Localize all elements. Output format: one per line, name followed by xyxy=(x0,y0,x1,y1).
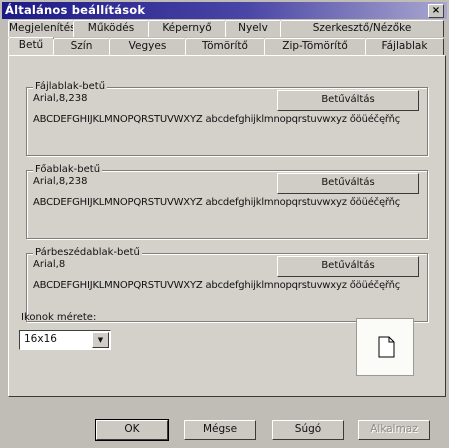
icon-size-value: 16x16 xyxy=(24,333,57,345)
group-title: Főablak-betű xyxy=(33,164,103,175)
tab-mukodes[interactable]: Működés xyxy=(73,20,149,37)
icon-size-select[interactable]: 16x16 ▼ xyxy=(19,330,111,350)
tab-megjelenites[interactable]: Megjelenítés xyxy=(8,20,76,37)
close-button[interactable]: × xyxy=(428,4,444,18)
tab-betu[interactable]: Betű xyxy=(8,37,54,56)
icon-preview xyxy=(356,318,414,376)
document-icon xyxy=(378,336,395,358)
tab-szin[interactable]: Szín xyxy=(53,38,110,55)
window-title: Általános beállítások xyxy=(5,3,146,17)
font-value: Arial,8,238 xyxy=(33,93,88,104)
font-value: Arial,8 xyxy=(33,259,66,270)
help-button[interactable]: Súgó xyxy=(272,420,344,440)
font-group-main-window: Főablak-betű Arial,8,238 Betűváltás ABCD… xyxy=(26,164,428,239)
font-value: Arial,8,238 xyxy=(33,176,88,187)
ok-button[interactable]: OK xyxy=(95,419,169,441)
font-group-file-window: Fájlablak-betű Arial,8,238 Betűváltás AB… xyxy=(26,81,428,156)
tab-fajlablak[interactable]: Fájlablak xyxy=(365,38,444,55)
tab-kepernyo[interactable]: Képernyő xyxy=(148,20,226,37)
title-bar: Általános beállítások × xyxy=(2,2,447,19)
tab-nyelv[interactable]: Nyelv xyxy=(225,20,281,37)
group-title: Fájlablak-betű xyxy=(33,81,108,92)
change-font-button[interactable]: Betűváltás xyxy=(277,90,419,111)
tab-vegyes[interactable]: Vegyes xyxy=(109,38,186,55)
icon-size-label: Ikonok mérete: xyxy=(21,312,97,323)
cancel-button[interactable]: Mégse xyxy=(184,420,256,440)
group-title: Párbeszédablak-betű xyxy=(33,247,142,258)
settings-panel: Fájlablak-betű Arial,8,238 Betűváltás AB… xyxy=(8,55,446,397)
font-sample: ABCDEFGHIJKLMNOPQRSTUVWXYZ abcdefghijklm… xyxy=(33,114,401,125)
apply-button[interactable]: Alkalmaz xyxy=(358,420,430,440)
tab-zip-tomorito[interactable]: Zip-Tömörítő xyxy=(264,38,366,55)
chevron-down-icon[interactable]: ▼ xyxy=(92,332,109,348)
tab-tomorito[interactable]: Tömörítő xyxy=(185,38,265,55)
font-sample: ABCDEFGHIJKLMNOPQRSTUVWXYZ abcdefghijklm… xyxy=(33,280,401,291)
change-font-button[interactable]: Betűváltás xyxy=(277,256,419,277)
tab-szerkeszto[interactable]: Szerkesztő/Nézőke xyxy=(280,20,444,37)
change-font-button[interactable]: Betűváltás xyxy=(277,173,419,194)
font-sample: ABCDEFGHIJKLMNOPQRSTUVWXYZ abcdefghijklm… xyxy=(33,197,401,208)
